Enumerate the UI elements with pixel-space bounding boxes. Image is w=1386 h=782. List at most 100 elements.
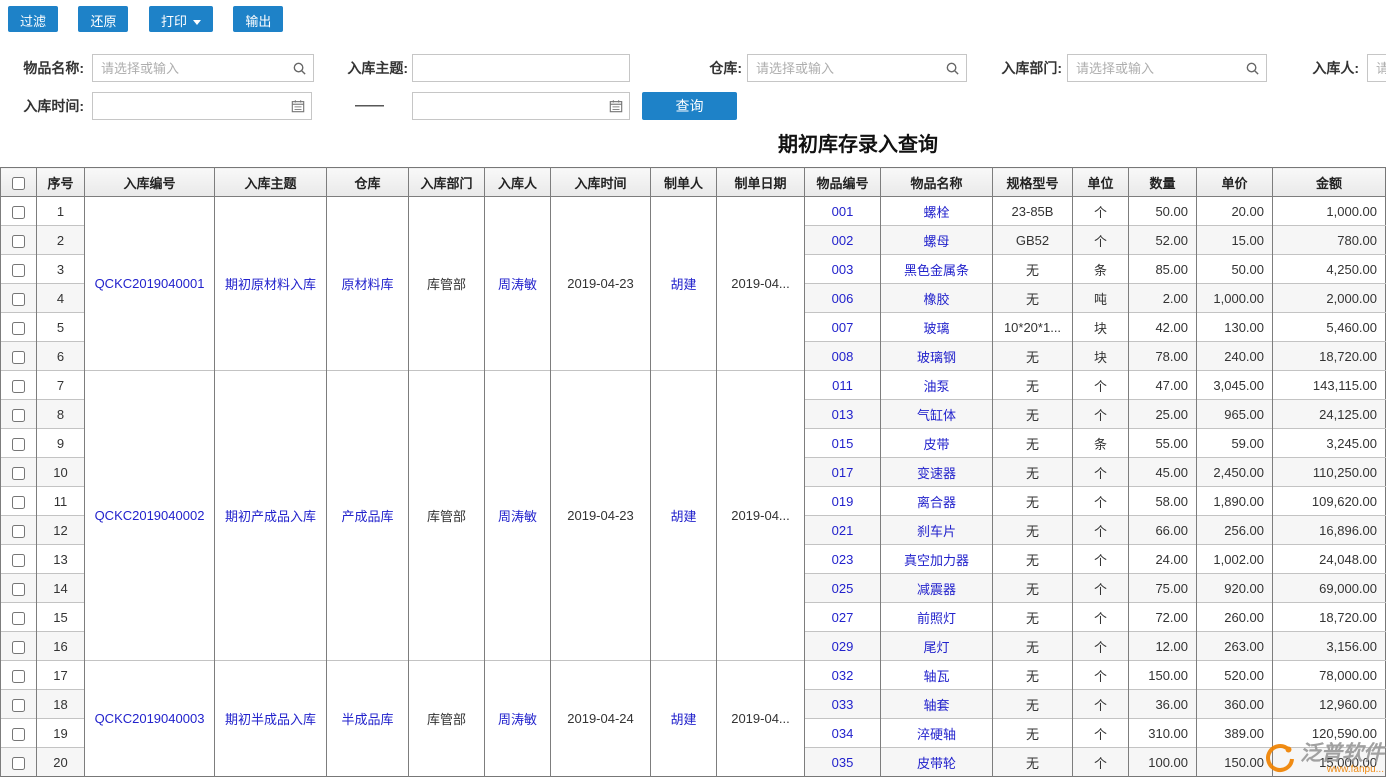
- row-checkbox[interactable]: [12, 670, 25, 683]
- filter-button[interactable]: 过滤: [8, 6, 58, 32]
- search-icon[interactable]: [292, 61, 307, 76]
- item-name-cell[interactable]: 皮带轮: [881, 748, 993, 777]
- item-no-cell[interactable]: 015: [805, 429, 881, 458]
- row-checkbox[interactable]: [12, 235, 25, 248]
- row-checkbox[interactable]: [12, 554, 25, 567]
- inbound-department-input[interactable]: [1067, 54, 1267, 82]
- subject-cell[interactable]: 期初产成品入库: [215, 371, 327, 661]
- person-cell[interactable]: 周涛敏: [485, 371, 551, 661]
- row-select-cell[interactable]: [1, 284, 37, 313]
- item-no-cell[interactable]: 023: [805, 545, 881, 574]
- item-name-cell[interactable]: 真空加力器: [881, 545, 993, 574]
- row-checkbox[interactable]: [12, 699, 25, 712]
- row-checkbox[interactable]: [12, 728, 25, 741]
- row-select-cell[interactable]: [1, 371, 37, 400]
- search-icon[interactable]: [1245, 61, 1260, 76]
- row-select-cell[interactable]: [1, 545, 37, 574]
- row-checkbox[interactable]: [12, 409, 25, 422]
- item-name-cell[interactable]: 前照灯: [881, 603, 993, 632]
- row-checkbox[interactable]: [12, 322, 25, 335]
- row-select-cell[interactable]: [1, 313, 37, 342]
- inbound-time-start-input[interactable]: [92, 92, 312, 120]
- person-cell[interactable]: 周涛敏: [485, 197, 551, 371]
- warehouse-cell[interactable]: 产成品库: [327, 371, 409, 661]
- inbound-no-cell[interactable]: QCKC2019040001: [85, 197, 215, 371]
- inbound-no-cell[interactable]: QCKC2019040002: [85, 371, 215, 661]
- select-all-cell[interactable]: [1, 168, 37, 197]
- item-name-input[interactable]: [92, 54, 314, 82]
- item-name-cell[interactable]: 变速器: [881, 458, 993, 487]
- item-name-cell[interactable]: 刹车片: [881, 516, 993, 545]
- person-cell[interactable]: 周涛敏: [485, 661, 551, 777]
- row-select-cell[interactable]: [1, 255, 37, 284]
- warehouse-input[interactable]: [747, 54, 967, 82]
- row-checkbox[interactable]: [12, 612, 25, 625]
- row-select-cell[interactable]: [1, 661, 37, 690]
- select-all-checkbox[interactable]: [12, 177, 25, 190]
- warehouse-cell[interactable]: 原材料库: [327, 197, 409, 371]
- row-select-cell[interactable]: [1, 429, 37, 458]
- item-no-cell[interactable]: 032: [805, 661, 881, 690]
- row-select-cell[interactable]: [1, 487, 37, 516]
- row-checkbox[interactable]: [12, 206, 25, 219]
- item-no-cell[interactable]: 025: [805, 574, 881, 603]
- row-select-cell[interactable]: [1, 516, 37, 545]
- item-no-cell[interactable]: 002: [805, 226, 881, 255]
- item-name-cell[interactable]: 淬硬轴: [881, 719, 993, 748]
- row-checkbox[interactable]: [12, 525, 25, 538]
- item-no-cell[interactable]: 003: [805, 255, 881, 284]
- subject-cell[interactable]: 期初原材料入库: [215, 197, 327, 371]
- row-checkbox[interactable]: [12, 438, 25, 451]
- row-select-cell[interactable]: [1, 342, 37, 371]
- row-checkbox[interactable]: [12, 380, 25, 393]
- warehouse-cell[interactable]: 半成品库: [327, 661, 409, 777]
- maker-cell[interactable]: 胡建: [651, 197, 717, 371]
- export-button[interactable]: 输出: [233, 6, 283, 32]
- search-button[interactable]: 查询: [642, 92, 737, 120]
- item-name-cell[interactable]: 离合器: [881, 487, 993, 516]
- row-checkbox[interactable]: [12, 757, 25, 770]
- item-name-cell[interactable]: 螺母: [881, 226, 993, 255]
- row-select-cell[interactable]: [1, 226, 37, 255]
- item-no-cell[interactable]: 033: [805, 690, 881, 719]
- item-no-cell[interactable]: 007: [805, 313, 881, 342]
- item-name-cell[interactable]: 橡胶: [881, 284, 993, 313]
- inbound-time-end-input[interactable]: [412, 92, 630, 120]
- item-name-cell[interactable]: 气缸体: [881, 400, 993, 429]
- item-no-cell[interactable]: 019: [805, 487, 881, 516]
- item-no-cell[interactable]: 008: [805, 342, 881, 371]
- item-name-cell[interactable]: 轴套: [881, 690, 993, 719]
- item-name-cell[interactable]: 黑色金属条: [881, 255, 993, 284]
- row-checkbox[interactable]: [12, 641, 25, 654]
- row-checkbox[interactable]: [12, 293, 25, 306]
- item-name-cell[interactable]: 玻璃钢: [881, 342, 993, 371]
- row-select-cell[interactable]: [1, 690, 37, 719]
- row-checkbox[interactable]: [12, 264, 25, 277]
- row-select-cell[interactable]: [1, 719, 37, 748]
- row-select-cell[interactable]: [1, 574, 37, 603]
- item-no-cell[interactable]: 006: [805, 284, 881, 313]
- item-no-cell[interactable]: 027: [805, 603, 881, 632]
- item-no-cell[interactable]: 029: [805, 632, 881, 661]
- row-checkbox[interactable]: [12, 467, 25, 480]
- item-no-cell[interactable]: 021: [805, 516, 881, 545]
- calendar-icon[interactable]: [609, 99, 623, 113]
- inbound-subject-input[interactable]: [412, 54, 630, 82]
- item-name-cell[interactable]: 玻璃: [881, 313, 993, 342]
- item-name-cell[interactable]: 螺栓: [881, 197, 993, 226]
- item-name-cell[interactable]: 减震器: [881, 574, 993, 603]
- row-select-cell[interactable]: [1, 400, 37, 429]
- item-name-cell[interactable]: 尾灯: [881, 632, 993, 661]
- row-select-cell[interactable]: [1, 632, 37, 661]
- restore-button[interactable]: 还原: [78, 6, 128, 32]
- row-checkbox[interactable]: [12, 583, 25, 596]
- item-name-cell[interactable]: 轴瓦: [881, 661, 993, 690]
- subject-cell[interactable]: 期初半成品入库: [215, 661, 327, 777]
- row-select-cell[interactable]: [1, 748, 37, 777]
- inbound-person-input[interactable]: [1367, 54, 1386, 82]
- row-checkbox[interactable]: [12, 351, 25, 364]
- item-no-cell[interactable]: 017: [805, 458, 881, 487]
- inbound-no-cell[interactable]: QCKC2019040003: [85, 661, 215, 777]
- item-no-cell[interactable]: 011: [805, 371, 881, 400]
- row-select-cell[interactable]: [1, 458, 37, 487]
